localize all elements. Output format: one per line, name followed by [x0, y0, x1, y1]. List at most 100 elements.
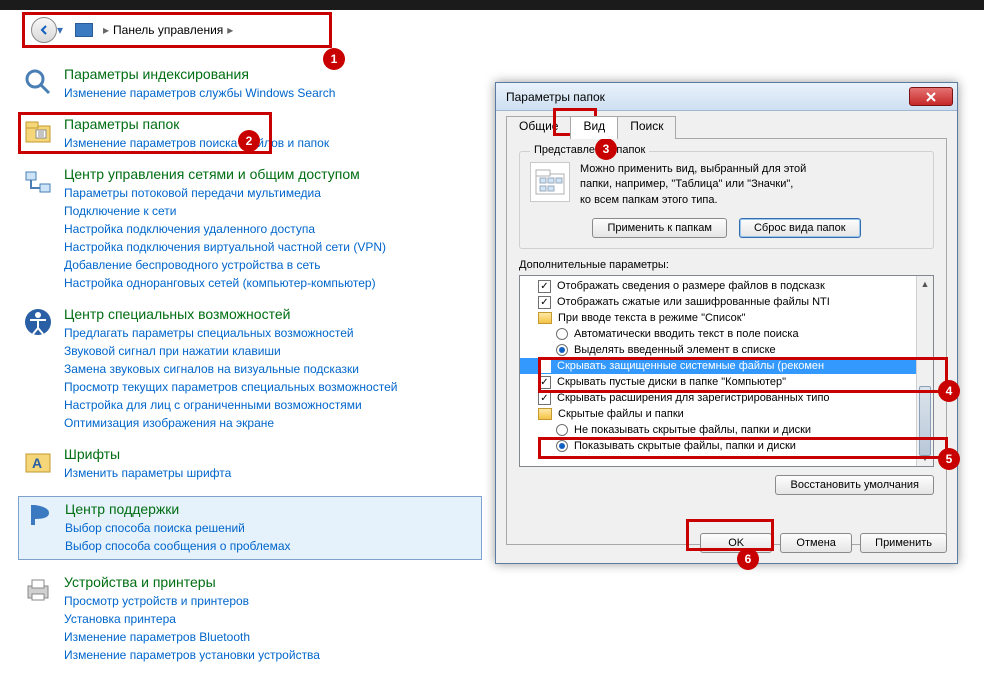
list-row[interactable]: Выделять введенный элемент в списке	[520, 342, 933, 358]
breadcrumb-sep-icon: ▸	[103, 23, 109, 37]
callout-6: 6	[737, 548, 759, 570]
reset-folder-view-button[interactable]: Сброс вида папок	[739, 218, 861, 238]
cp-link[interactable]: Настройка одноранговых сетей (компьютер-…	[64, 274, 386, 292]
list-row[interactable]: Не показывать скрытые файлы, папки и дис…	[520, 422, 933, 438]
breadcrumb-text[interactable]: Панель управления	[113, 23, 223, 37]
cp-link[interactable]: Параметры потоковой передачи мультимедиа	[64, 184, 386, 202]
list-row[interactable]: ✓ Скрывать расширения для зарегистрирован…	[520, 390, 933, 406]
scroll-down-icon[interactable]: ▼	[917, 450, 933, 466]
fonts-icon: A	[22, 446, 54, 478]
apply-button[interactable]: Применить	[860, 533, 947, 553]
cp-link[interactable]: Замена звуковых сигналов на визуальные п…	[64, 360, 397, 378]
control-panel-content: Параметры индексирования Изменение парам…	[22, 66, 482, 678]
tab-view[interactable]: Вид	[570, 116, 618, 139]
checkbox-icon[interactable]: ✓	[538, 280, 551, 293]
dialog-title: Параметры папок	[506, 90, 909, 104]
action-center-icon	[23, 501, 55, 533]
cp-section-network: Центр управления сетями и общим доступом…	[22, 166, 482, 292]
cp-link[interactable]: Изменение параметров установки устройств…	[64, 646, 320, 664]
scroll-up-icon[interactable]: ▲	[917, 276, 933, 292]
callout-4: 4	[938, 380, 960, 402]
cp-title[interactable]: Параметры папок	[64, 116, 329, 132]
cp-link[interactable]: Выбор способа сообщения о проблемах	[65, 537, 291, 555]
cancel-button[interactable]: Отмена	[780, 533, 852, 553]
address-bar[interactable]: ▾ ▸ Панель управления ▸	[22, 12, 332, 48]
list-row-label: При вводе текста в режиме "Список"	[558, 312, 745, 324]
indexing-icon	[22, 66, 54, 98]
cp-title[interactable]: Центр управления сетями и общим доступом	[64, 166, 386, 182]
scroll-thumb[interactable]	[919, 386, 931, 456]
list-row[interactable]: Скрытые файлы и папки	[520, 406, 933, 422]
close-button[interactable]	[909, 87, 953, 106]
list-row-label: Скрывать расширения для зарегистрированн…	[557, 392, 830, 404]
folder-icon	[538, 408, 552, 420]
callout-3: 3	[595, 138, 617, 160]
list-row[interactable]: При вводе текста в режиме "Список"	[520, 310, 933, 326]
list-row-label: Скрывать пустые диски в папке "Компьютер…	[557, 376, 786, 388]
advanced-params-label: Дополнительные параметры:	[519, 259, 934, 271]
cp-link[interactable]: Добавление беспроводного устройства в се…	[64, 256, 386, 274]
cp-link[interactable]: Настройка подключения удаленного доступа	[64, 220, 386, 238]
list-row[interactable]: ✓ Скрывать пустые диски в папке "Компьюте…	[520, 374, 933, 390]
cp-section-indexing: Параметры индексирования Изменение парам…	[22, 66, 482, 102]
listbox-scrollbar[interactable]: ▲ ▼	[916, 276, 933, 466]
list-row[interactable]: Автоматически вводить текст в поле поиск…	[520, 326, 933, 342]
checkbox-icon[interactable]: ✓	[538, 376, 551, 389]
cp-link[interactable]: Настройка для лиц с ограниченными возмож…	[64, 396, 397, 414]
dialog-tabs: Общие Вид Поиск	[506, 115, 947, 139]
folder-icon	[538, 312, 552, 324]
cp-title[interactable]: Центр специальных возможностей	[64, 306, 397, 322]
list-row[interactable]: Скрывать защищенные системные файлы (рек…	[520, 358, 933, 374]
cp-link[interactable]: Изменение параметров службы Windows Sear…	[64, 84, 335, 102]
list-row[interactable]: ✓ Отображать сведения о размере файлов в …	[520, 278, 933, 294]
cp-link[interactable]: Установка принтера	[64, 610, 320, 628]
callout-2: 2	[238, 130, 260, 152]
cp-link[interactable]: Просмотр текущих параметров специальных …	[64, 378, 397, 396]
dialog-titlebar[interactable]: Параметры папок	[496, 83, 957, 111]
cp-title[interactable]: Центр поддержки	[65, 501, 291, 517]
ok-button[interactable]: OK	[700, 533, 772, 553]
cp-link[interactable]: Звуковой сигнал при нажатии клавиши	[64, 342, 397, 360]
cp-section-action-center[interactable]: Центр поддержки Выбор способа поиска реш…	[18, 496, 482, 560]
radio-icon[interactable]	[556, 424, 568, 436]
cp-link[interactable]: Подключение к сети	[64, 202, 386, 220]
advanced-params-listbox[interactable]: ✓ Отображать сведения о размере файлов в …	[519, 275, 934, 467]
list-row[interactable]: Показывать скрытые файлы, папки и диски	[520, 438, 933, 454]
checkbox-icon[interactable]	[538, 360, 551, 373]
svg-text:A: A	[32, 455, 42, 471]
radio-icon[interactable]	[556, 440, 568, 452]
radio-icon[interactable]	[556, 328, 568, 340]
cp-title[interactable]: Устройства и принтеры	[64, 574, 320, 590]
group-legend: Представление папок	[530, 144, 649, 156]
devices-printers-icon	[22, 574, 54, 606]
dialog-footer: OK Отмена Применить	[506, 533, 947, 553]
apply-to-folders-button[interactable]: Применить к папкам	[592, 218, 727, 238]
nav-history-dropdown-icon[interactable]: ▾	[57, 23, 71, 37]
callout-5: 5	[938, 448, 960, 470]
folder-view-icon	[530, 162, 570, 202]
restore-defaults-button[interactable]: Восстановить умолчания	[775, 475, 934, 495]
cp-link[interactable]: Выбор способа поиска решений	[65, 519, 291, 537]
tab-search[interactable]: Поиск	[617, 116, 676, 139]
cp-link[interactable]: Настройка подключения виртуальной частно…	[64, 238, 386, 256]
list-row-label: Не показывать скрытые файлы, папки и дис…	[574, 424, 811, 436]
checkbox-icon[interactable]: ✓	[538, 392, 551, 405]
cp-link[interactable]: Изменение параметров Bluetooth	[64, 628, 320, 646]
cp-title[interactable]: Шрифты	[64, 446, 231, 462]
list-row[interactable]: ✓Отображать сжатые или зашифрованные фай…	[520, 294, 933, 310]
tab-general[interactable]: Общие	[506, 116, 571, 139]
cp-link[interactable]: Изменить параметры шрифта	[64, 464, 231, 482]
list-row-label: Отображать сведения о размере файлов в п…	[557, 280, 825, 292]
list-row-label: Показывать скрытые файлы, папки и диски	[574, 440, 796, 452]
network-icon	[22, 166, 54, 198]
cp-section-devices: Устройства и принтеры Просмотр устройств…	[22, 574, 482, 664]
nav-back-button[interactable]	[31, 17, 57, 43]
checkbox-icon[interactable]: ✓	[538, 296, 551, 309]
list-row-label: Скрытые файлы и папки	[558, 408, 684, 420]
cp-link[interactable]: Оптимизация изображения на экране	[64, 414, 397, 432]
cp-link[interactable]: Просмотр устройств и принтеров	[64, 592, 320, 610]
cp-link[interactable]: Изменение параметров поиска файлов и пап…	[64, 134, 329, 152]
radio-icon[interactable]	[556, 344, 568, 356]
cp-link[interactable]: Предлагать параметры специальных возможн…	[64, 324, 397, 342]
cp-title[interactable]: Параметры индексирования	[64, 66, 335, 82]
